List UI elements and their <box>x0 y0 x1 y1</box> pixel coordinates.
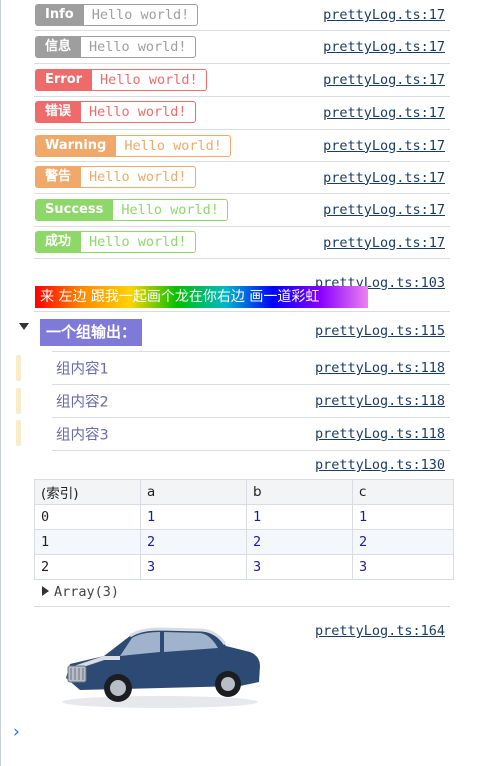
table-cell: 1 <box>352 504 454 530</box>
group-item-text: 组内容1 <box>56 361 109 378</box>
log-tag: 信息 <box>35 36 82 58</box>
source-link[interactable]: prettyLog.ts:115 <box>315 323 445 339</box>
source-link[interactable]: prettyLog.ts:164 <box>315 623 445 639</box>
log-badge: Success Hello world! <box>35 199 228 221</box>
log-message: Hello world! <box>116 135 231 157</box>
source-link[interactable]: prettyLog.ts:17 <box>323 39 445 55</box>
log-badge: 成功 Hello world! <box>35 231 196 253</box>
source-link[interactable]: prettyLog.ts:17 <box>323 138 445 154</box>
source-link[interactable]: prettyLog.ts:17 <box>323 202 445 218</box>
log-tag: 错误 <box>35 101 82 123</box>
source-link[interactable]: prettyLog.ts:118 <box>315 393 445 409</box>
console-prompt-icon[interactable]: › <box>13 722 20 742</box>
table-cell: 2 <box>34 554 141 580</box>
log-row: prettyLog.ts:130 <box>34 451 450 479</box>
group-indent-bar <box>16 355 21 381</box>
console-table: (索引) a b c 0 1 1 1 1 2 2 2 2 3 3 3 <box>34 479 454 580</box>
log-row: 警告 Hello world! prettyLog.ts:17 <box>34 162 450 194</box>
log-tag: Error <box>35 69 93 91</box>
log-badge: Info Hello world! <box>35 4 199 26</box>
table-header[interactable]: a <box>140 479 247 505</box>
log-tag: 警告 <box>35 166 82 188</box>
log-badge: Warning Hello world! <box>35 135 231 157</box>
table-cell: 1 <box>246 504 353 530</box>
group-indent-bar <box>16 420 21 446</box>
log-tag: Info <box>35 4 84 26</box>
table-row: 1 2 2 2 <box>34 529 454 555</box>
source-link[interactable]: prettyLog.ts:17 <box>323 72 445 88</box>
group-item: 组内容2 prettyLog.ts:118 <box>52 385 450 418</box>
table-cell: 3 <box>352 554 454 580</box>
log-row: 信息 Hello world! prettyLog.ts:17 <box>34 31 450 64</box>
log-message: Hello world! <box>81 36 196 58</box>
table-cell: 2 <box>246 529 353 555</box>
table-cell: 2 <box>352 529 454 555</box>
log-row: Success Hello world! prettyLog.ts:17 <box>34 194 450 227</box>
table-cell: 2 <box>140 529 247 555</box>
source-link[interactable]: prettyLog.ts:118 <box>315 360 445 376</box>
log-row: Info Hello world! prettyLog.ts:17 <box>34 0 450 31</box>
group-item: 组内容1 prettyLog.ts:118 <box>52 351 450 385</box>
log-row: Warning Hello world! prettyLog.ts:17 <box>34 130 450 162</box>
log-row: 成功 Hello world! prettyLog.ts:17 <box>34 227 450 259</box>
log-badge: 信息 Hello world! <box>35 36 196 58</box>
log-badge: 警告 Hello world! <box>35 166 196 188</box>
table-row: 0 1 1 1 <box>34 504 454 530</box>
table-cell: 3 <box>246 554 353 580</box>
log-row: 错误 Hello world! prettyLog.ts:17 <box>34 97 450 130</box>
source-link[interactable]: prettyLog.ts:17 <box>323 235 445 251</box>
table-cell: 3 <box>140 554 247 580</box>
caret-down-icon[interactable] <box>19 323 29 330</box>
console-left-border <box>0 0 1 766</box>
rainbow-text: 来 左边 跟我一起画个龙在你右边 画一道彩虹 <box>35 286 368 308</box>
table-row: 2 3 3 3 <box>34 554 454 580</box>
log-tag: 成功 <box>35 231 82 253</box>
log-message: Hello world! <box>92 69 207 91</box>
log-message: Hello world! <box>113 199 228 221</box>
group-item-text: 组内容3 <box>56 427 109 444</box>
group-item-text: 组内容2 <box>56 394 109 411</box>
log-badge: 错误 Hello world! <box>35 101 196 123</box>
log-row: Error Hello world! prettyLog.ts:17 <box>34 64 450 97</box>
log-row-divider <box>34 579 450 607</box>
log-message: Hello world! <box>81 231 196 253</box>
log-message: Hello world! <box>83 4 199 26</box>
table-cell: 1 <box>140 504 247 530</box>
source-link[interactable]: prettyLog.ts:17 <box>323 105 445 121</box>
log-message: Hello world! <box>81 166 196 188</box>
log-tag: Success <box>35 199 114 221</box>
source-link[interactable]: prettyLog.ts:17 <box>323 170 445 186</box>
log-badge: Error Hello world! <box>35 69 207 91</box>
source-link[interactable]: prettyLog.ts:130 <box>315 457 445 473</box>
group-item: 组内容3 prettyLog.ts:118 <box>52 418 450 451</box>
car-image <box>62 627 260 708</box>
table-header-row: (索引) a b c <box>34 479 454 505</box>
table-header[interactable]: c <box>352 479 454 505</box>
group-indent-bar <box>16 388 21 414</box>
source-link[interactable]: prettyLog.ts:17 <box>323 7 445 23</box>
table-header[interactable]: (索引) <box>34 479 141 505</box>
table-header[interactable]: b <box>246 479 353 505</box>
log-tag: Warning <box>35 135 117 157</box>
source-link[interactable]: prettyLog.ts:118 <box>315 426 445 442</box>
log-message: Hello world! <box>81 101 196 123</box>
group-title[interactable]: 一个组输出： <box>40 319 143 346</box>
table-cell: 1 <box>34 529 141 555</box>
table-cell: 0 <box>34 504 141 530</box>
